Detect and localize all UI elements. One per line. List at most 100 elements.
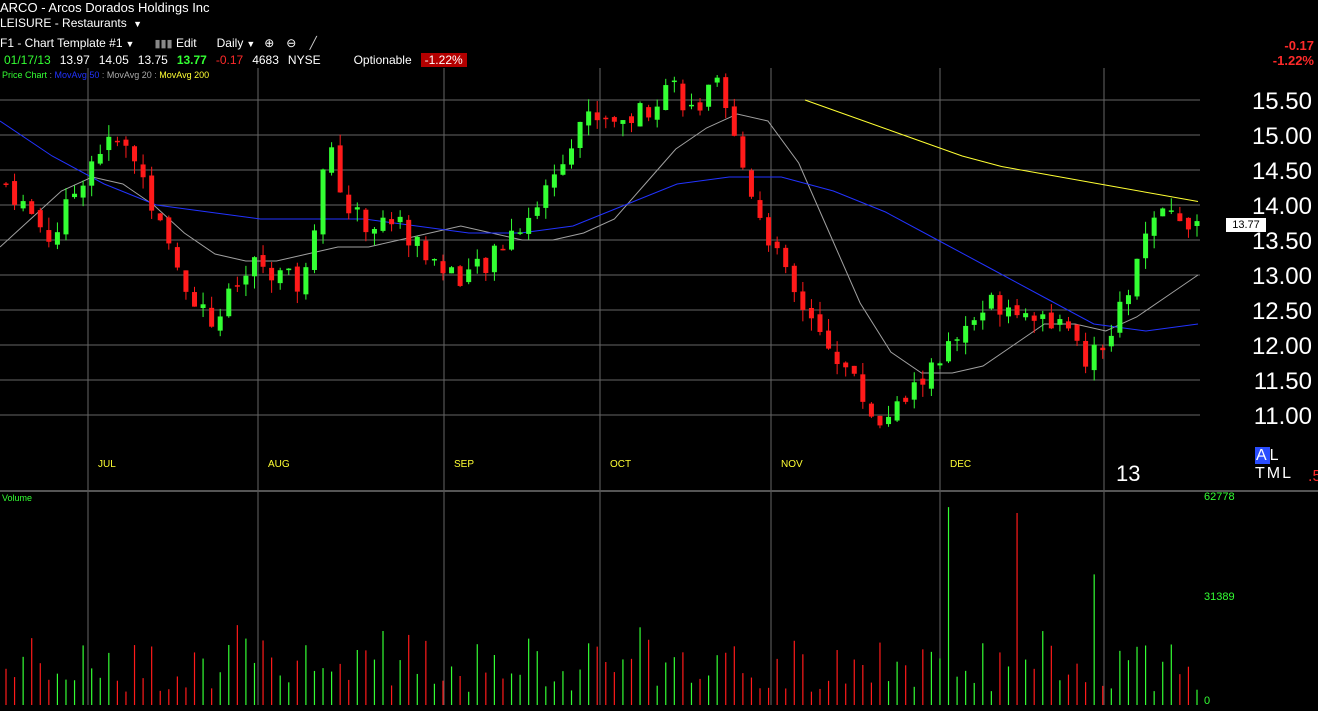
candle-body	[46, 230, 52, 242]
candle-body	[226, 288, 232, 317]
quote-change: -0.17	[215, 53, 244, 67]
candle-body	[89, 161, 95, 186]
candle-body	[1151, 217, 1157, 236]
candle-body	[894, 401, 900, 421]
candle-body	[1031, 315, 1037, 321]
x-month-label: AUG	[268, 459, 290, 470]
legend-ma50[interactable]: MovAvg 50	[55, 70, 100, 80]
y-axis-labels: 15.50 15.00 14.50 14.00 13.50 13.00 12.50 12.00…	[1204, 88, 1312, 707]
candle-body	[500, 248, 506, 251]
y-tick-label: 15.50	[1252, 88, 1312, 115]
candle-body	[766, 217, 772, 246]
volume-tick-label: 31389	[1204, 591, 1235, 603]
candle-body	[1074, 324, 1080, 341]
candle-body	[200, 304, 206, 308]
candle-body	[423, 240, 429, 261]
volume-tick-label: 62778	[1204, 491, 1235, 503]
candle-body	[586, 111, 592, 126]
volume-tick-label: 0	[1204, 695, 1210, 707]
company-name: - Arcos Dorados Holdings Inc	[41, 0, 210, 15]
candle-body	[286, 268, 292, 271]
candle-body	[1143, 233, 1149, 259]
chevron-down-icon[interactable]: ▼	[133, 19, 142, 29]
candle-body	[577, 121, 583, 148]
x-month-label: JUL	[98, 459, 116, 470]
candle-body	[1194, 221, 1200, 226]
candle-body	[791, 265, 797, 293]
candle-body	[963, 325, 969, 343]
volume-bars	[5, 507, 1198, 705]
candle-body	[731, 106, 737, 136]
candle-body	[757, 200, 763, 218]
candle-body	[654, 106, 660, 120]
year-label: 13	[1116, 461, 1141, 486]
candle-body	[1091, 344, 1097, 371]
candle-body	[431, 259, 437, 261]
candle-body	[997, 295, 1003, 315]
candle-body	[320, 169, 326, 235]
candle-body	[72, 193, 78, 198]
candle-body	[1125, 295, 1131, 305]
candle-body	[414, 236, 420, 246]
candle-body	[954, 339, 960, 341]
chevron-down-icon: ▼	[125, 39, 135, 49]
candle-body	[63, 199, 69, 235]
candle-body	[192, 292, 198, 307]
candle-body	[697, 102, 703, 111]
legend-price[interactable]: Price Chart	[2, 70, 47, 80]
candle-body	[886, 416, 892, 425]
candle-body	[937, 363, 943, 366]
ma-line-movavg20	[0, 113, 1199, 374]
legend-ma200[interactable]: MovAvg 200	[159, 70, 209, 80]
candle-body	[346, 194, 352, 214]
candle-body	[706, 84, 712, 107]
x-month-label: DEC	[950, 459, 971, 470]
y-tick-label: 12.00	[1252, 333, 1312, 360]
price-volume-chart[interactable]: 15.5015.0014.5014.0013.5013.0012.5012.00…	[0, 66, 1318, 711]
legend-ma20[interactable]: MovAvg 20	[107, 70, 152, 80]
industry: - Restaurants	[54, 16, 127, 30]
moving-averages	[0, 99, 1199, 374]
quote-open: 13.97	[59, 53, 90, 67]
candle-body	[97, 153, 103, 164]
template-select[interactable]: F1 - Chart Template #1 ▼	[0, 36, 134, 50]
candle-body	[620, 120, 626, 124]
right-change: -0.17	[1284, 38, 1314, 53]
candle-body	[243, 275, 249, 285]
candle-body	[826, 330, 832, 349]
quote-volume: 4683	[252, 53, 279, 67]
candle-body	[457, 266, 463, 286]
edit-button[interactable]: ▮▮▮ Edit	[154, 36, 196, 50]
candle-body	[183, 270, 189, 292]
y-tick-label: 13.00	[1252, 263, 1312, 290]
zoom-in-icon[interactable]: ⊕	[261, 36, 277, 50]
x-month-label: SEP	[454, 459, 474, 470]
zoom-out-icon[interactable]: ⊖	[283, 36, 299, 50]
sector-row[interactable]: LEISURE - Restaurants ▼	[0, 16, 142, 32]
candle-body	[1168, 210, 1174, 212]
candle-body	[106, 136, 112, 151]
y-tick-label: 14.50	[1252, 158, 1312, 185]
candle-body	[29, 201, 35, 214]
candle-body	[1014, 305, 1020, 316]
candle-body	[800, 291, 806, 310]
candle-body	[688, 104, 694, 107]
candle-body	[1160, 208, 1166, 217]
sector: LEISURE	[0, 16, 52, 30]
y-tick-label: 15.00	[1252, 123, 1312, 150]
interval-select[interactable]: Daily ▼	[217, 36, 256, 50]
candle-body	[748, 170, 754, 197]
x-month-label: NOV	[781, 459, 803, 470]
candle-body	[251, 257, 257, 277]
candle-body	[551, 174, 557, 188]
candle-body	[611, 117, 617, 122]
quote-close: 13.77	[176, 53, 207, 67]
candle-body	[329, 147, 335, 173]
candle-body	[971, 320, 977, 325]
candle-body	[920, 378, 926, 385]
candle-body	[303, 267, 309, 295]
draw-pen-icon[interactable]: ╱	[305, 36, 321, 50]
symbol[interactable]: ARCO	[0, 0, 38, 15]
toolbar: F1 - Chart Template #1 ▼ ▮▮▮ Edit Daily ▼ …	[0, 34, 321, 52]
candle-body	[449, 267, 455, 274]
